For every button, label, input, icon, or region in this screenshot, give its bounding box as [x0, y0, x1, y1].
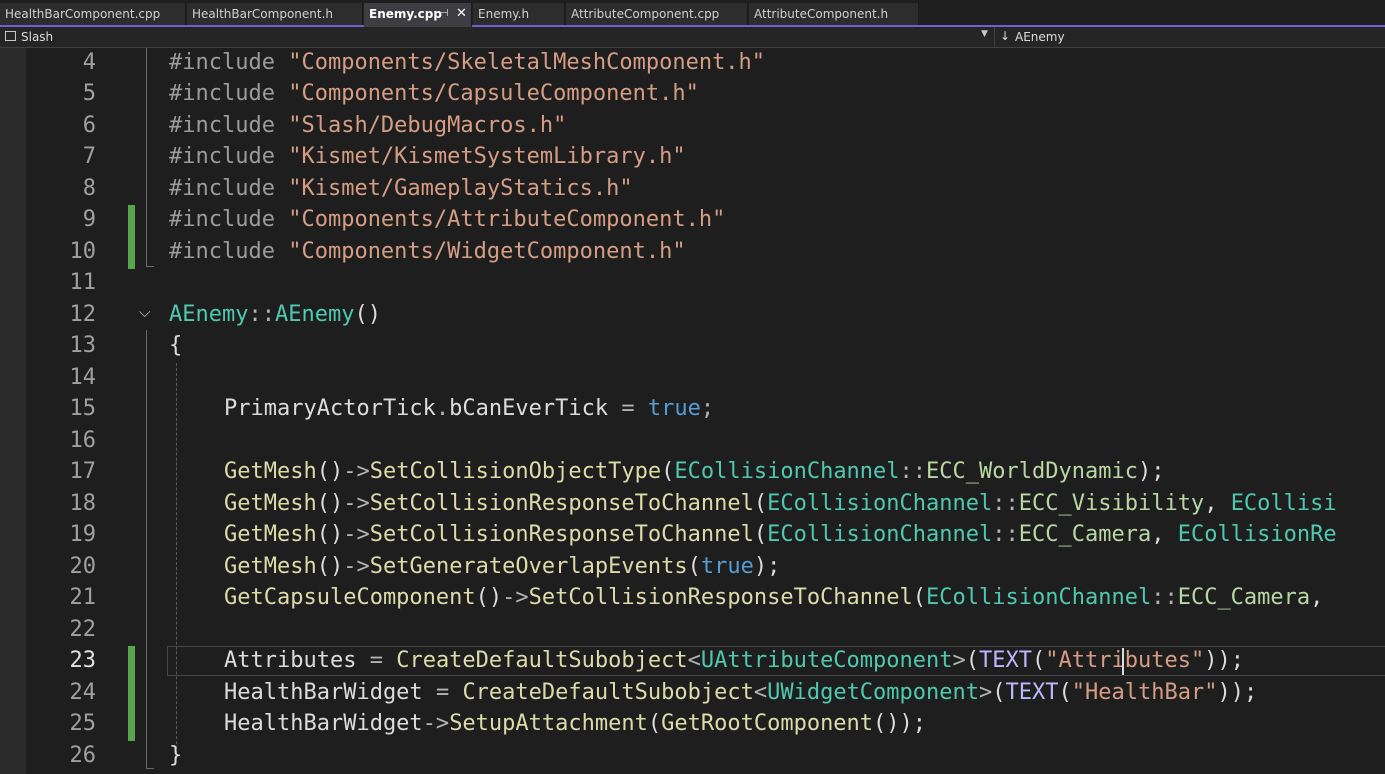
code-line[interactable]: 5 #include "Components/CapsuleComponent.…: [0, 79, 1385, 110]
tab-enemy-cpp[interactable]: Enemy.cpp ⊣ ✕: [364, 3, 472, 27]
line-number: 21: [69, 585, 97, 610]
code-text: GetMesh()->SetCollisionObjectType(EColli…: [224, 459, 1165, 484]
code-text: #include "Components/WidgetComponent.h": [169, 239, 686, 264]
line-number: 25: [69, 711, 97, 736]
code-line[interactable]: 15 PrimaryActorTick.bCanEverTick = true;: [0, 394, 1385, 425]
pin-icon[interactable]: ⊣: [440, 8, 449, 19]
change-marker: [128, 646, 135, 678]
code-line[interactable]: 19 GetMesh()->SetCollisionResponseToChan…: [0, 520, 1385, 551]
code-line-current[interactable]: 23 Attributes = CreateDefaultSubobject<U…: [0, 646, 1385, 678]
code-text: GetMesh()->SetCollisionResponseToChannel…: [224, 522, 1337, 547]
code-text: #include "Components/CapsuleComponent.h": [169, 81, 699, 106]
code-line[interactable]: 26 }: [0, 741, 1385, 772]
project-icon: [5, 31, 16, 41]
code-text: #include "Components/SkeletalMeshCompone…: [169, 50, 766, 75]
tab-label: AttributeComponent.cpp: [571, 7, 720, 21]
tab-healthbarcomponent-cpp[interactable]: HealthBarComponent.cpp: [0, 3, 186, 25]
line-number: 6: [82, 113, 96, 138]
code-text: }: [169, 743, 183, 768]
line-number: 15: [69, 396, 97, 421]
tab-enemy-h[interactable]: Enemy.h: [473, 3, 565, 25]
tab-label: Enemy.cpp: [369, 7, 442, 21]
line-number: 7: [82, 144, 96, 169]
line-number: 8: [82, 176, 96, 201]
line-number: 14: [69, 365, 97, 390]
line-number: 23: [69, 648, 97, 673]
code-line[interactable]: 11: [0, 268, 1385, 299]
tab-attributecomponent-cpp[interactable]: AttributeComponent.cpp: [566, 3, 748, 25]
code-line[interactable]: 16: [0, 426, 1385, 457]
line-number: 5: [82, 81, 96, 106]
code-text: HealthBarWidget = CreateDefaultSubobject…: [224, 680, 1258, 705]
line-number: 16: [69, 428, 97, 453]
line-number: 22: [69, 617, 97, 642]
code-line[interactable]: 7 #include "Kismet/KismetSystemLibrary.h…: [0, 142, 1385, 173]
scope-dropdown[interactable]: ↓ AEnemy: [994, 27, 1385, 47]
code-line[interactable]: 21 GetCapsuleComponent()->SetCollisionRe…: [0, 583, 1385, 614]
code-line[interactable]: 14: [0, 363, 1385, 394]
tab-label: HealthBarComponent.cpp: [5, 7, 161, 21]
project-dropdown[interactable]: Slash ▼: [0, 27, 992, 47]
code-line[interactable]: 17 GetMesh()->SetCollisionObjectType(ECo…: [0, 457, 1385, 488]
member-icon: ↓: [1000, 29, 1011, 43]
navigation-bar: Slash ▼ ↓ AEnemy: [0, 27, 1385, 48]
code-text: PrimaryActorTick.bCanEverTick = true;: [224, 396, 715, 421]
change-marker: [128, 205, 135, 237]
change-marker: [128, 678, 135, 710]
line-number: 19: [69, 522, 97, 547]
code-line[interactable]: 25 HealthBarWidget->SetupAttachment(GetR…: [0, 709, 1385, 741]
line-number: 18: [69, 491, 97, 516]
code-text: GetCapsuleComponent()->SetCollisionRespo…: [224, 585, 1324, 610]
line-number: 13: [69, 333, 97, 358]
project-label: Slash: [21, 30, 54, 44]
code-line[interactable]: 22: [0, 615, 1385, 646]
code-text: AEnemy::AEnemy(): [169, 302, 381, 327]
code-text: GetMesh()->SetCollisionResponseToChannel…: [224, 491, 1337, 516]
scope-label: AEnemy: [1015, 30, 1065, 44]
code-line[interactable]: 4 #include "Components/SkeletalMeshCompo…: [0, 48, 1385, 79]
code-editor[interactable]: 4 #include "Components/SkeletalMeshCompo…: [0, 48, 1385, 774]
chevron-down-icon[interactable]: ▼: [981, 29, 988, 39]
code-line[interactable]: 8 #include "Kismet/GameplayStatics.h": [0, 174, 1385, 205]
line-number: 11: [69, 270, 97, 295]
line-number: 24: [69, 680, 97, 705]
document-tab-strip: HealthBarComponent.cpp HealthBarComponen…: [0, 0, 1385, 27]
code-line[interactable]: 18 GetMesh()->SetCollisionResponseToChan…: [0, 489, 1385, 520]
code-line[interactable]: 12 ⌵ AEnemy::AEnemy(): [0, 300, 1385, 331]
code-line[interactable]: 20 GetMesh()->SetGenerateOverlapEvents(t…: [0, 552, 1385, 583]
code-line[interactable]: 13 {: [0, 331, 1385, 362]
code-text: {: [169, 333, 183, 358]
line-number: 4: [82, 50, 96, 75]
line-number: 26: [69, 743, 97, 768]
line-number: 20: [69, 554, 97, 579]
line-number: 9: [82, 207, 96, 232]
line-number: 10: [69, 239, 97, 264]
code-text: #include "Kismet/KismetSystemLibrary.h": [169, 144, 686, 169]
text-caret: [1122, 648, 1124, 675]
code-line[interactable]: 9 #include "Components/AttributeComponen…: [0, 205, 1385, 237]
code-line[interactable]: 24 HealthBarWidget = CreateDefaultSubobj…: [0, 678, 1385, 710]
code-text: #include "Kismet/GameplayStatics.h": [169, 176, 633, 201]
tab-attributecomponent-h[interactable]: AttributeComponent.h: [749, 3, 919, 25]
code-text: HealthBarWidget->SetupAttachment(GetRoot…: [224, 711, 927, 736]
code-text: GetMesh()->SetGenerateOverlapEvents(true…: [224, 554, 781, 579]
code-line[interactable]: 10 #include "Components/WidgetComponent.…: [0, 237, 1385, 269]
tab-label: Enemy.h: [478, 7, 530, 21]
tab-label: AttributeComponent.h: [754, 7, 889, 21]
close-icon[interactable]: ✕: [456, 6, 467, 21]
line-number: 17: [69, 459, 97, 484]
code-text: #include "Components/AttributeComponent.…: [169, 207, 726, 232]
tab-label: HealthBarComponent.h: [192, 7, 334, 21]
code-text: Attributes = CreateDefaultSubobject<UAtt…: [224, 648, 1244, 673]
change-marker: [128, 709, 135, 741]
line-number: 12: [69, 302, 97, 327]
change-marker: [128, 237, 135, 269]
tab-healthbarcomponent-h[interactable]: HealthBarComponent.h: [187, 3, 363, 25]
fold-chevron-icon[interactable]: ⌵: [139, 303, 150, 321]
code-text: #include "Slash/DebugMacros.h": [169, 113, 567, 138]
code-line[interactable]: 6 #include "Slash/DebugMacros.h": [0, 111, 1385, 142]
